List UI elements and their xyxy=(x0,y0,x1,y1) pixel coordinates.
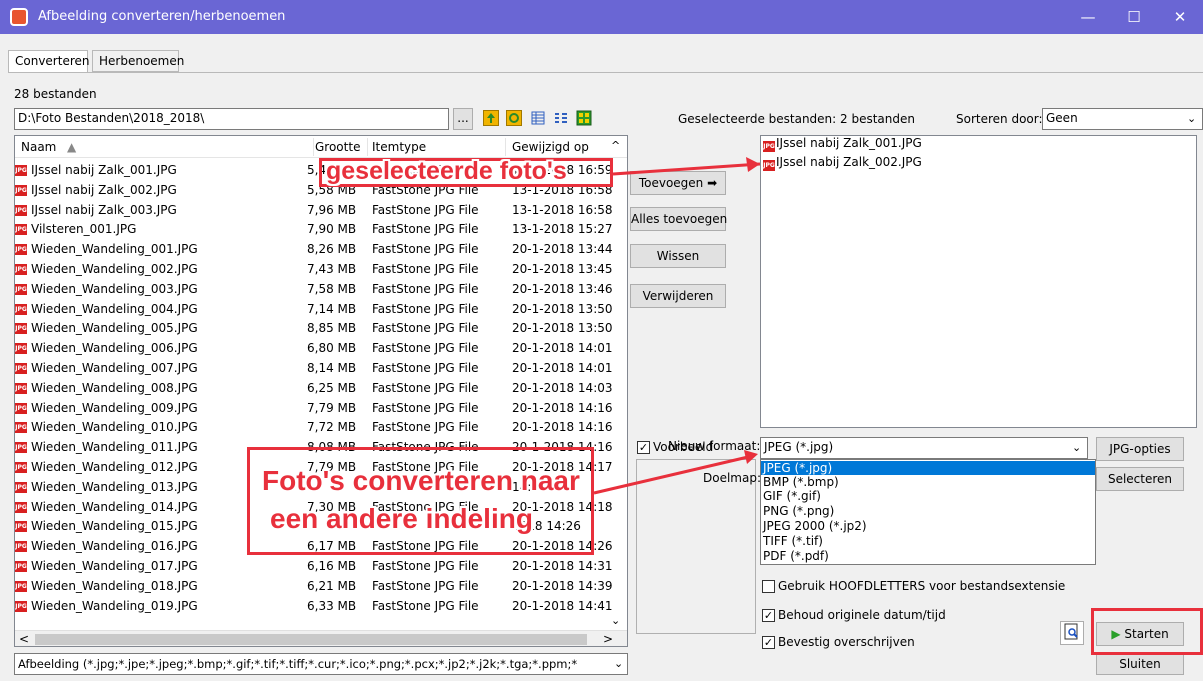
annotation-arrows xyxy=(593,157,761,495)
maximize-button[interactable]: ☐ xyxy=(1111,0,1157,34)
tab-converteren[interactable]: Converteren xyxy=(8,50,90,73)
minimize-button[interactable]: — xyxy=(1065,0,1111,34)
tab-herbenoemen[interactable]: Herbenoemen xyxy=(92,50,184,72)
app-icon xyxy=(10,8,28,26)
window-title: Afbeelding converteren/herbenoemen xyxy=(38,9,286,24)
convert-panel: 28 bestanden D:\Foto Bestanden\2018_2018… xyxy=(8,72,1203,681)
close-button[interactable]: ✕ xyxy=(1157,0,1203,34)
title-bar: Afbeelding converteren/herbenoemen — ☐ ✕ xyxy=(0,0,1203,34)
